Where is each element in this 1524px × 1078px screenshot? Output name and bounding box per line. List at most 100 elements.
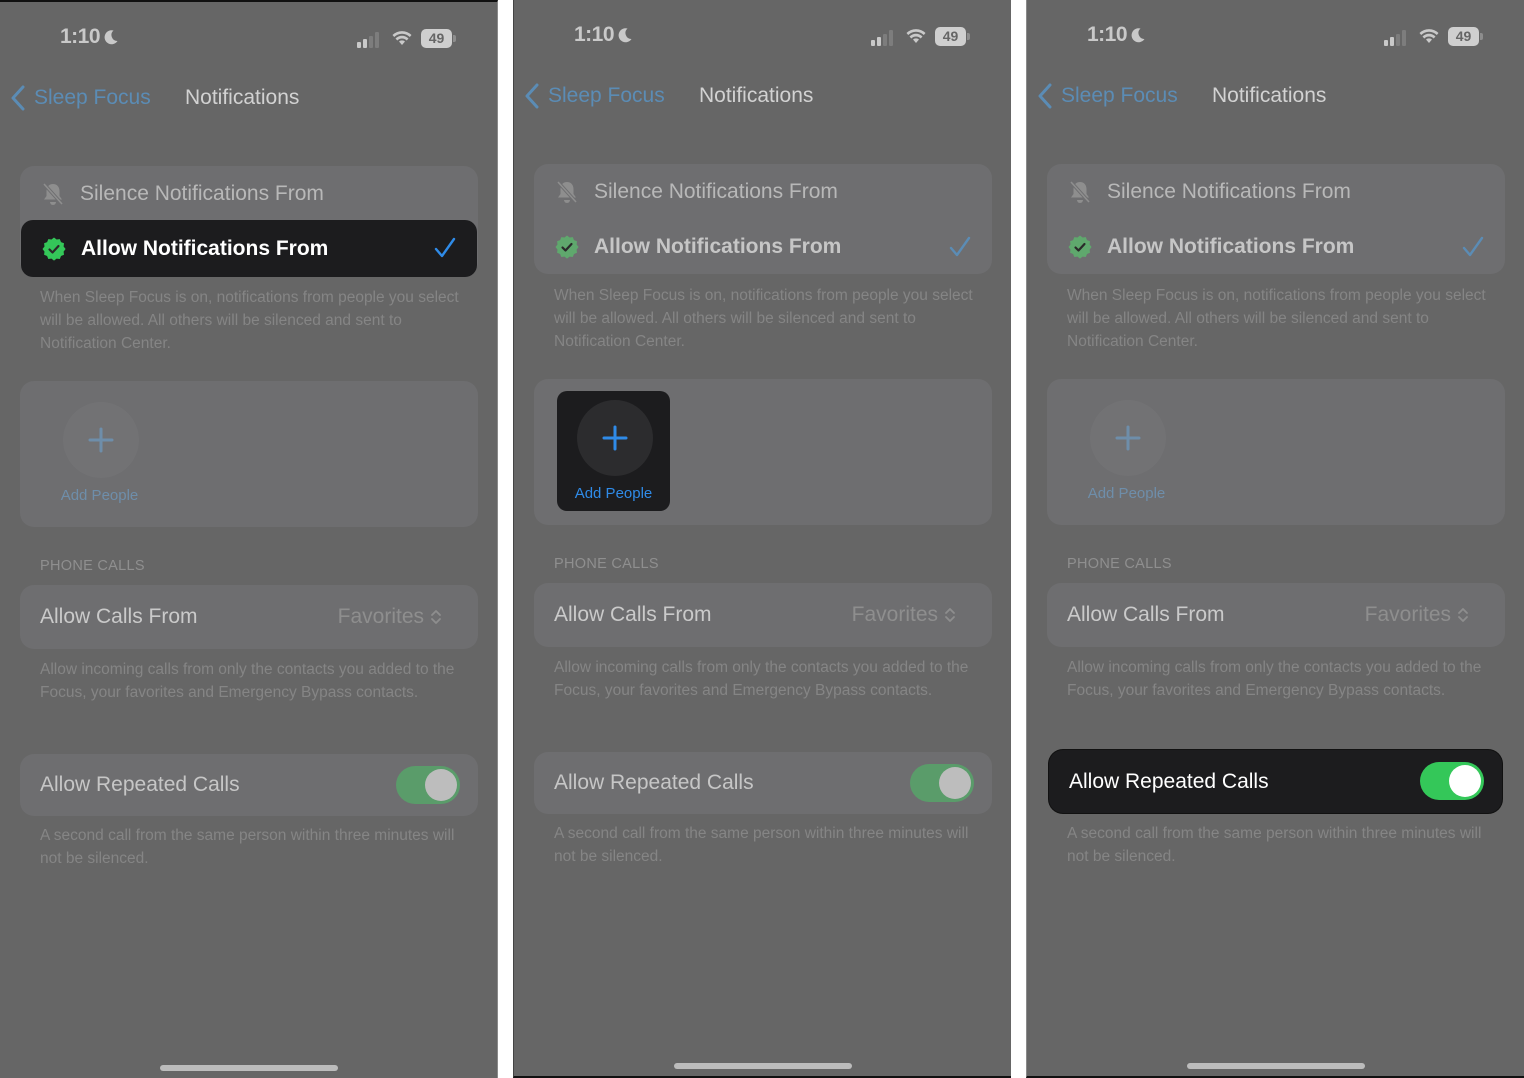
allow-repeated-calls-toggle[interactable] bbox=[1420, 762, 1484, 800]
back-button[interactable]: Sleep Focus bbox=[1037, 83, 1178, 109]
toggle-knob bbox=[1449, 765, 1481, 797]
battery-icon: 49 bbox=[935, 27, 970, 46]
cellular-signal-icon bbox=[871, 30, 893, 46]
back-label: Sleep Focus bbox=[548, 84, 665, 107]
page-title: Notifications bbox=[1212, 84, 1327, 107]
silence-notifications-option[interactable]: Silence Notifications From bbox=[534, 164, 992, 219]
verified-badge-icon bbox=[1068, 235, 1092, 259]
allow-calls-footer: Allow incoming calls from only the conta… bbox=[554, 659, 969, 699]
allow-calls-from-label: Allow Calls From bbox=[554, 603, 712, 626]
add-people-label: Add People bbox=[1087, 485, 1166, 502]
chevron-up-down-icon bbox=[431, 610, 441, 624]
allow-calls-from-value: Favorites bbox=[851, 603, 938, 626]
silence-notifications-option[interactable]: Silence Notifications From bbox=[20, 166, 478, 221]
add-people-label: Add People bbox=[60, 487, 139, 504]
allow-calls-from-row[interactable]: Allow Calls From Favorites bbox=[1047, 583, 1505, 647]
bell-slash-icon bbox=[42, 182, 64, 205]
verified-badge-icon bbox=[42, 237, 66, 261]
allow-repeated-calls-label: Allow Repeated Calls bbox=[1069, 769, 1269, 793]
cellular-signal-icon bbox=[1384, 30, 1406, 46]
home-indicator[interactable] bbox=[674, 1063, 852, 1069]
status-bar: 1:10 49 bbox=[0, 24, 497, 54]
allow-repeated-calls-toggle[interactable] bbox=[396, 766, 460, 804]
chevron-left-icon bbox=[1038, 83, 1052, 109]
back-label: Sleep Focus bbox=[34, 86, 151, 109]
toggle-knob bbox=[939, 767, 971, 799]
allow-repeated-calls-row: Allow Repeated Calls bbox=[1049, 750, 1502, 813]
add-people-button[interactable]: Add People bbox=[1070, 391, 1183, 511]
moon-icon bbox=[618, 28, 632, 43]
home-indicator[interactable] bbox=[1187, 1063, 1365, 1069]
status-time: 1:10 bbox=[1087, 23, 1146, 47]
navigation-bar: Sleep Focus Notifications bbox=[514, 80, 1011, 114]
phone-calls-section-header: PHONE CALLS bbox=[1067, 556, 1172, 572]
notification-mode-footer: When Sleep Focus is on, notifications fr… bbox=[1067, 287, 1486, 350]
repeated-calls-footer: A second call from the same person withi… bbox=[40, 827, 455, 867]
silence-notifications-label: Silence Notifications From bbox=[80, 181, 324, 205]
add-people-label: Add People bbox=[574, 485, 653, 502]
time-text: 1:10 bbox=[574, 23, 615, 46]
people-card: Add People bbox=[1047, 379, 1505, 525]
page-title: Notifications bbox=[699, 84, 814, 107]
bell-slash-icon bbox=[556, 180, 578, 203]
page-title: Notifications bbox=[185, 86, 300, 109]
add-people-circle bbox=[63, 402, 139, 478]
add-people-button[interactable]: Add People bbox=[557, 391, 670, 511]
notification-mode-card: Silence Notifications From Allow Notific… bbox=[534, 164, 992, 274]
back-button[interactable]: Sleep Focus bbox=[524, 83, 665, 109]
allow-calls-footer: Allow incoming calls from only the conta… bbox=[1067, 659, 1482, 699]
allow-repeated-calls-toggle[interactable] bbox=[910, 764, 974, 802]
allow-calls-from-label: Allow Calls From bbox=[40, 605, 198, 628]
wifi-icon bbox=[1419, 29, 1439, 43]
chevron-up-down-icon bbox=[1458, 608, 1468, 622]
checkmark-icon bbox=[949, 236, 971, 257]
add-people-button[interactable]: Add People bbox=[43, 393, 156, 513]
status-bar: 1:10 49 bbox=[1027, 22, 1524, 52]
phone-screen-step-1: 1:10 49 Sleep Focus Notifications Silenc… bbox=[0, 0, 498, 1078]
battery-level: 49 bbox=[1455, 28, 1472, 44]
allow-repeated-calls-row: Allow Repeated Calls bbox=[534, 752, 992, 814]
allow-repeated-calls-label: Allow Repeated Calls bbox=[40, 773, 240, 796]
silence-notifications-label: Silence Notifications From bbox=[594, 179, 838, 203]
notification-mode-footer: When Sleep Focus is on, notifications fr… bbox=[40, 289, 459, 352]
repeated-calls-footer: A second call from the same person withi… bbox=[1067, 825, 1482, 865]
phone-calls-section-header: PHONE CALLS bbox=[554, 556, 659, 572]
phone-screen-step-2: 1:10 49 Sleep Focus Notifications Silenc… bbox=[513, 0, 1011, 1078]
plus-icon bbox=[602, 425, 628, 451]
notification-mode-card: Silence Notifications From Allow Notific… bbox=[1047, 164, 1505, 274]
toggle-knob bbox=[425, 769, 457, 801]
home-indicator[interactable] bbox=[160, 1065, 338, 1071]
wifi-icon bbox=[392, 31, 412, 45]
allow-calls-from-label: Allow Calls From bbox=[1067, 603, 1225, 626]
verified-badge-icon bbox=[555, 235, 579, 259]
status-time: 1:10 bbox=[60, 25, 119, 49]
notification-mode-card: Silence Notifications From Allow Notific… bbox=[20, 166, 478, 277]
chevron-left-icon bbox=[525, 83, 539, 109]
plus-icon bbox=[88, 427, 114, 453]
allow-notifications-option[interactable]: Allow Notifications From bbox=[21, 220, 477, 277]
allow-calls-from-row[interactable]: Allow Calls From Favorites bbox=[20, 585, 478, 649]
allow-notifications-label: Allow Notifications From bbox=[81, 236, 329, 260]
allow-notifications-option[interactable]: Allow Notifications From bbox=[534, 219, 992, 274]
allow-calls-from-selector[interactable]: Favorites bbox=[852, 603, 956, 627]
silence-notifications-option[interactable]: Silence Notifications From bbox=[1047, 164, 1505, 219]
allow-calls-footer: Allow incoming calls from only the conta… bbox=[40, 661, 455, 701]
moon-icon bbox=[1131, 28, 1145, 43]
allow-calls-from-row[interactable]: Allow Calls From Favorites bbox=[534, 583, 992, 647]
status-bar: 1:10 49 bbox=[514, 22, 1011, 52]
plus-icon bbox=[1115, 425, 1141, 451]
status-time: 1:10 bbox=[574, 23, 633, 47]
time-text: 1:10 bbox=[60, 25, 101, 48]
back-button[interactable]: Sleep Focus bbox=[10, 85, 151, 111]
allow-calls-from-selector[interactable]: Favorites bbox=[338, 605, 442, 629]
allow-notifications-option[interactable]: Allow Notifications From bbox=[1047, 219, 1505, 274]
allow-calls-from-value: Favorites bbox=[1364, 603, 1451, 626]
allow-calls-from-selector[interactable]: Favorites bbox=[1365, 603, 1469, 627]
silence-notifications-label: Silence Notifications From bbox=[1107, 179, 1351, 203]
navigation-bar: Sleep Focus Notifications bbox=[0, 82, 497, 116]
allow-notifications-label: Allow Notifications From bbox=[594, 234, 842, 258]
navigation-bar: Sleep Focus Notifications bbox=[1027, 80, 1524, 114]
wifi-icon bbox=[906, 29, 926, 43]
allow-calls-from-value: Favorites bbox=[337, 605, 424, 628]
checkmark-icon bbox=[1462, 236, 1484, 257]
